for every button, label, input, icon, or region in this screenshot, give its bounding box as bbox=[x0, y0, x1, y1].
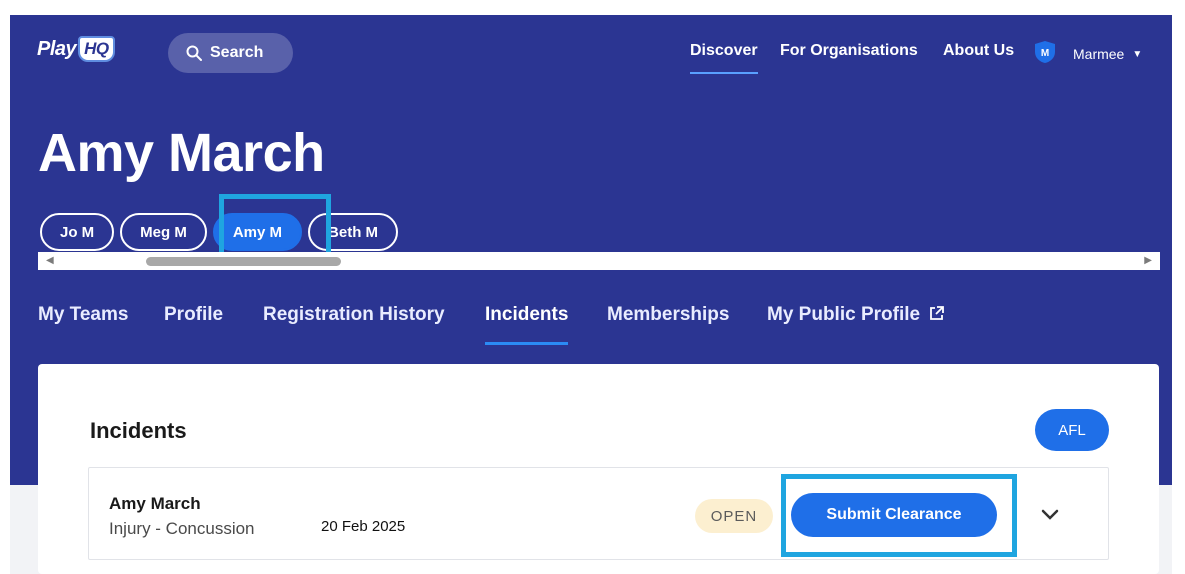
incident-person: Amy March bbox=[109, 494, 201, 513]
scroll-right-icon[interactable]: ▶ bbox=[1144, 255, 1152, 266]
profile-tabs: My Teams Profile Registration History In… bbox=[0, 304, 1185, 348]
tab-incidents[interactable]: Incidents bbox=[485, 304, 569, 345]
scrollbar-thumb[interactable] bbox=[146, 257, 341, 266]
tab-my-public-profile-label: My Public Profile bbox=[767, 304, 921, 325]
expand-row-button[interactable] bbox=[1037, 502, 1063, 528]
scroll-left-icon[interactable]: ◀ bbox=[46, 255, 54, 266]
profile-chip-meg[interactable]: Meg M bbox=[120, 213, 207, 251]
incident-date: 20 Feb 2025 bbox=[321, 518, 406, 535]
incidents-card: Incidents AFL Amy March Injury - Concuss… bbox=[38, 364, 1159, 574]
nav-discover[interactable]: Discover bbox=[690, 42, 758, 74]
chevron-down-icon bbox=[1041, 509, 1059, 520]
profile-chip-jo[interactable]: Jo M bbox=[40, 213, 115, 251]
incident-type: Injury - Concussion bbox=[109, 519, 255, 538]
user-menu[interactable]: Marmee ▼ bbox=[1073, 46, 1142, 62]
highlight-box bbox=[781, 474, 1017, 557]
incidents-title: Incidents bbox=[90, 418, 187, 443]
tab-my-teams[interactable]: My Teams bbox=[38, 304, 128, 326]
status-badge: OPEN bbox=[695, 499, 773, 533]
org-filter-badge[interactable]: AFL bbox=[1035, 409, 1109, 451]
user-shield-icon[interactable]: M bbox=[1033, 40, 1057, 64]
tab-memberships[interactable]: Memberships bbox=[607, 304, 729, 326]
profile-scrollbar[interactable]: ◀ ▶ bbox=[38, 252, 1160, 270]
highlight-box bbox=[219, 194, 331, 260]
tab-my-public-profile[interactable]: My Public Profile bbox=[767, 304, 945, 326]
top-navigation: Discover For Organisations About Us bbox=[0, 42, 1185, 74]
user-name: Marmee bbox=[1073, 46, 1125, 62]
page-title: Amy March bbox=[38, 123, 325, 183]
nav-for-organisations[interactable]: For Organisations bbox=[780, 42, 918, 60]
incident-row[interactable]: Amy March Injury - Concussion 20 Feb 202… bbox=[88, 467, 1109, 560]
user-initial: M bbox=[1041, 48, 1049, 59]
nav-about-us[interactable]: About Us bbox=[943, 42, 1014, 60]
tab-registration-history[interactable]: Registration History bbox=[263, 304, 445, 326]
tab-profile[interactable]: Profile bbox=[164, 304, 223, 326]
external-link-icon bbox=[930, 306, 944, 320]
chevron-down-icon: ▼ bbox=[1132, 48, 1143, 60]
